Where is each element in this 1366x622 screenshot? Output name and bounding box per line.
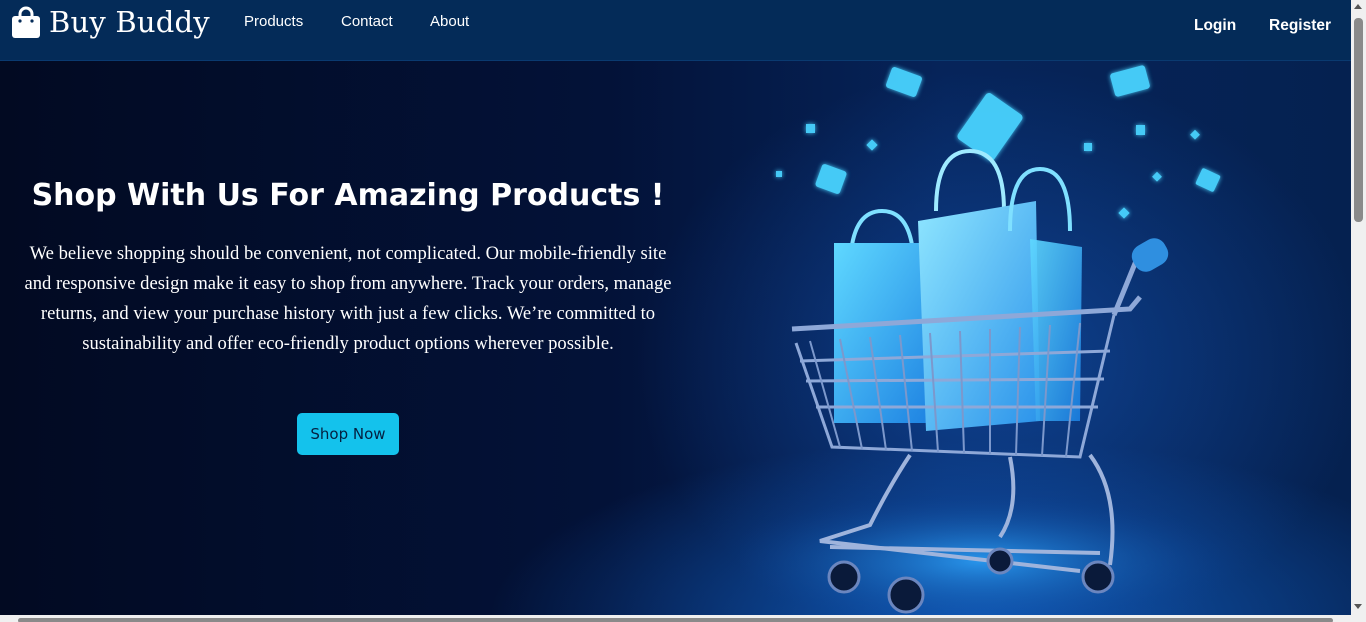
horizontal-scrollbar[interactable] (0, 615, 1351, 622)
horizontal-scroll-thumb[interactable] (18, 618, 1333, 622)
nav-link-products[interactable]: Products (244, 13, 303, 30)
vertical-scroll-thumb[interactable] (1354, 18, 1363, 222)
hero-description: We believe shopping should be convenient… (24, 243, 672, 354)
navbar: Buy Buddy Products Contact About Login R… (0, 0, 1351, 61)
scroll-up-arrow-icon[interactable] (1354, 4, 1362, 9)
brand-name: Buy Buddy (49, 5, 210, 39)
shop-now-button[interactable]: Shop Now (297, 413, 399, 455)
shopping-cart-illustration (740, 65, 1240, 615)
hero-title: Shop With Us For Amazing Products ! (31, 178, 665, 213)
hero-section: Shop With Us For Amazing Products ! We b… (0, 61, 1351, 615)
nav-link-contact[interactable]: Contact (341, 13, 393, 30)
login-link[interactable]: Login (1194, 17, 1236, 35)
shopping-bag-icon (12, 6, 40, 38)
register-link[interactable]: Register (1269, 17, 1331, 35)
scroll-down-arrow-icon[interactable] (1354, 604, 1362, 609)
brand-logo[interactable]: Buy Buddy (11, 4, 210, 40)
vertical-scrollbar[interactable] (1351, 0, 1366, 622)
nav-link-about[interactable]: About (430, 13, 469, 30)
